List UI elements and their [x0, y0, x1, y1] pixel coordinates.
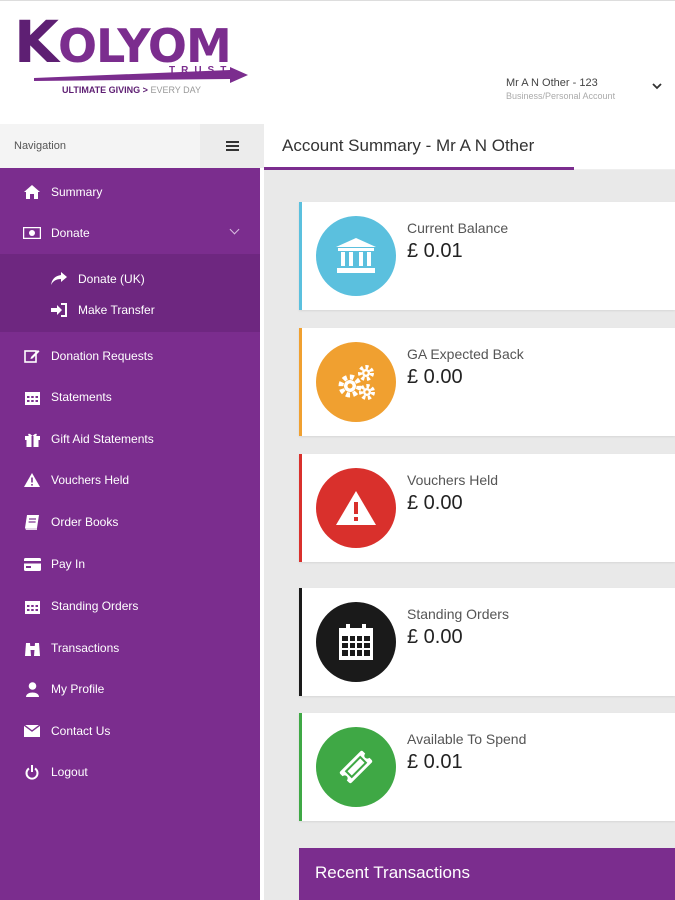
- envelope-icon: [22, 725, 42, 737]
- chevron-down-icon: [652, 83, 662, 90]
- sidebar: Summary Donate Donate (UK) Make Transfer…: [0, 168, 260, 900]
- submenu-item-make-transfer[interactable]: Make Transfer: [0, 295, 260, 325]
- sidebar-item-order-books[interactable]: Order Books: [0, 504, 260, 540]
- header: KOLYOM TRUST ULTIMATE GIVING > EVERY DAY…: [0, 0, 675, 124]
- logo-wordmark: KOLYOM: [14, 8, 232, 76]
- sidebar-item-label: Pay In: [51, 557, 86, 571]
- card-accent-bar: [299, 454, 302, 562]
- sign-in-icon: [50, 303, 68, 317]
- card-standing-orders[interactable]: Standing Orders £ 0.00: [299, 588, 675, 696]
- navigation-bar: Navigation: [0, 124, 264, 168]
- card-accent-bar: [299, 202, 302, 310]
- account-name: Mr A N Other - 123: [506, 77, 598, 89]
- edit-icon: [22, 348, 42, 364]
- card-label: GA Expected Back: [407, 346, 524, 362]
- sidebar-item-standing-orders[interactable]: Standing Orders: [0, 588, 260, 624]
- sidebar-item-transactions[interactable]: Transactions: [0, 630, 260, 666]
- navigation-label: Navigation: [14, 140, 66, 152]
- warning-icon: [22, 473, 42, 487]
- page-title-bar: Account Summary - Mr A N Other: [264, 124, 675, 170]
- hamburger-button[interactable]: [200, 124, 264, 168]
- power-icon: [22, 764, 42, 780]
- card-label: Available To Spend: [407, 731, 527, 747]
- card-available-to-spend[interactable]: Available To Spend £ 0.01: [299, 713, 675, 821]
- sidebar-item-label: Summary: [51, 185, 103, 199]
- binoculars-icon: [22, 641, 42, 656]
- book-icon: [22, 514, 42, 530]
- logo-trust: TRUST: [169, 65, 233, 76]
- card-label: Standing Orders: [407, 606, 509, 622]
- credit-card-icon: [22, 557, 42, 571]
- card-value: £ 0.01: [407, 240, 463, 262]
- hamburger-icon: [225, 145, 239, 147]
- sidebar-item-summary[interactable]: Summary: [0, 174, 260, 210]
- card-value: £ 0.00: [407, 492, 463, 514]
- kolyom-logo[interactable]: KOLYOM TRUST ULTIMATE GIVING > EVERY DAY: [14, 8, 248, 99]
- card-accent-bar: [299, 328, 302, 436]
- sidebar-item-contact-us[interactable]: Contact Us: [0, 713, 260, 749]
- money-icon: [22, 227, 42, 239]
- warning-icon: [316, 468, 396, 548]
- card-label: Current Balance: [407, 220, 509, 236]
- sidebar-item-donate[interactable]: Donate: [0, 215, 260, 251]
- sidebar-item-pay-in[interactable]: Pay In: [0, 546, 260, 582]
- card-value: £ 0.00: [407, 366, 463, 388]
- card-ga-expected-back[interactable]: GA Expected Back £ 0.00: [299, 328, 675, 436]
- card-current-balance[interactable]: Current Balance £ 0.01: [299, 202, 675, 310]
- sidebar-item-label: Transactions: [51, 641, 120, 655]
- sidebar-item-logout[interactable]: Logout: [0, 754, 260, 790]
- home-icon: [22, 185, 42, 199]
- card-value: £ 0.01: [407, 751, 463, 773]
- main-content: Current Balance £ 0.01 GA Expected Back …: [264, 170, 675, 900]
- gift-icon: [22, 432, 42, 447]
- sidebar-item-label: Order Books: [51, 515, 119, 529]
- sidebar-item-my-profile[interactable]: My Profile: [0, 671, 260, 707]
- sidebar-item-statements[interactable]: Statements: [0, 379, 260, 415]
- sidebar-item-gift-aid-statements[interactable]: Gift Aid Statements: [0, 421, 260, 457]
- calendar-icon: [22, 390, 42, 405]
- submenu-item-label: Make Transfer: [78, 303, 155, 317]
- bank-icon: [316, 216, 396, 296]
- sidebar-item-label: Standing Orders: [51, 599, 139, 613]
- sidebar-item-label: Statements: [51, 390, 112, 404]
- page-title: Account Summary - Mr A N Other: [282, 136, 535, 155]
- sidebar-item-label: Contact Us: [51, 724, 111, 738]
- card-accent-bar: [299, 588, 302, 696]
- logo-tagline: ULTIMATE GIVING > EVERY DAY: [62, 85, 201, 95]
- ticket-icon: [316, 727, 396, 807]
- sidebar-item-vouchers-held[interactable]: Vouchers Held: [0, 462, 260, 498]
- submenu-item-donate-uk[interactable]: Donate (UK): [0, 264, 260, 294]
- donate-submenu: Donate (UK) Make Transfer: [0, 254, 260, 332]
- calendar-icon: [22, 599, 42, 614]
- sidebar-item-label: Logout: [51, 765, 88, 779]
- cogs-icon: [316, 342, 396, 422]
- sidebar-item-label: Vouchers Held: [51, 473, 130, 487]
- recent-transactions-header[interactable]: Recent Transactions: [299, 848, 675, 900]
- recent-transactions-title: Recent Transactions: [315, 863, 470, 882]
- calendar-icon: [316, 602, 396, 682]
- sidebar-item-donation-requests[interactable]: Donation Requests: [0, 338, 260, 374]
- account-selector[interactable]: Mr A N Other - 123 Business/Personal Acc…: [506, 77, 666, 105]
- sidebar-item-label: Donate: [51, 226, 90, 240]
- submenu-item-label: Donate (UK): [78, 272, 145, 286]
- account-type: Business/Personal Account: [506, 91, 616, 101]
- chevron-down-icon: [229, 224, 240, 235]
- user-icon: [22, 681, 42, 697]
- card-value: £ 0.00: [407, 626, 463, 648]
- card-vouchers-held[interactable]: Vouchers Held £ 0.00: [299, 454, 675, 562]
- card-label: Vouchers Held: [407, 472, 499, 488]
- share-icon: [50, 272, 68, 286]
- sidebar-item-label: My Profile: [51, 682, 105, 696]
- sidebar-item-label: Donation Requests: [51, 349, 154, 363]
- card-accent-bar: [299, 713, 302, 821]
- sidebar-item-label: Gift Aid Statements: [51, 432, 154, 446]
